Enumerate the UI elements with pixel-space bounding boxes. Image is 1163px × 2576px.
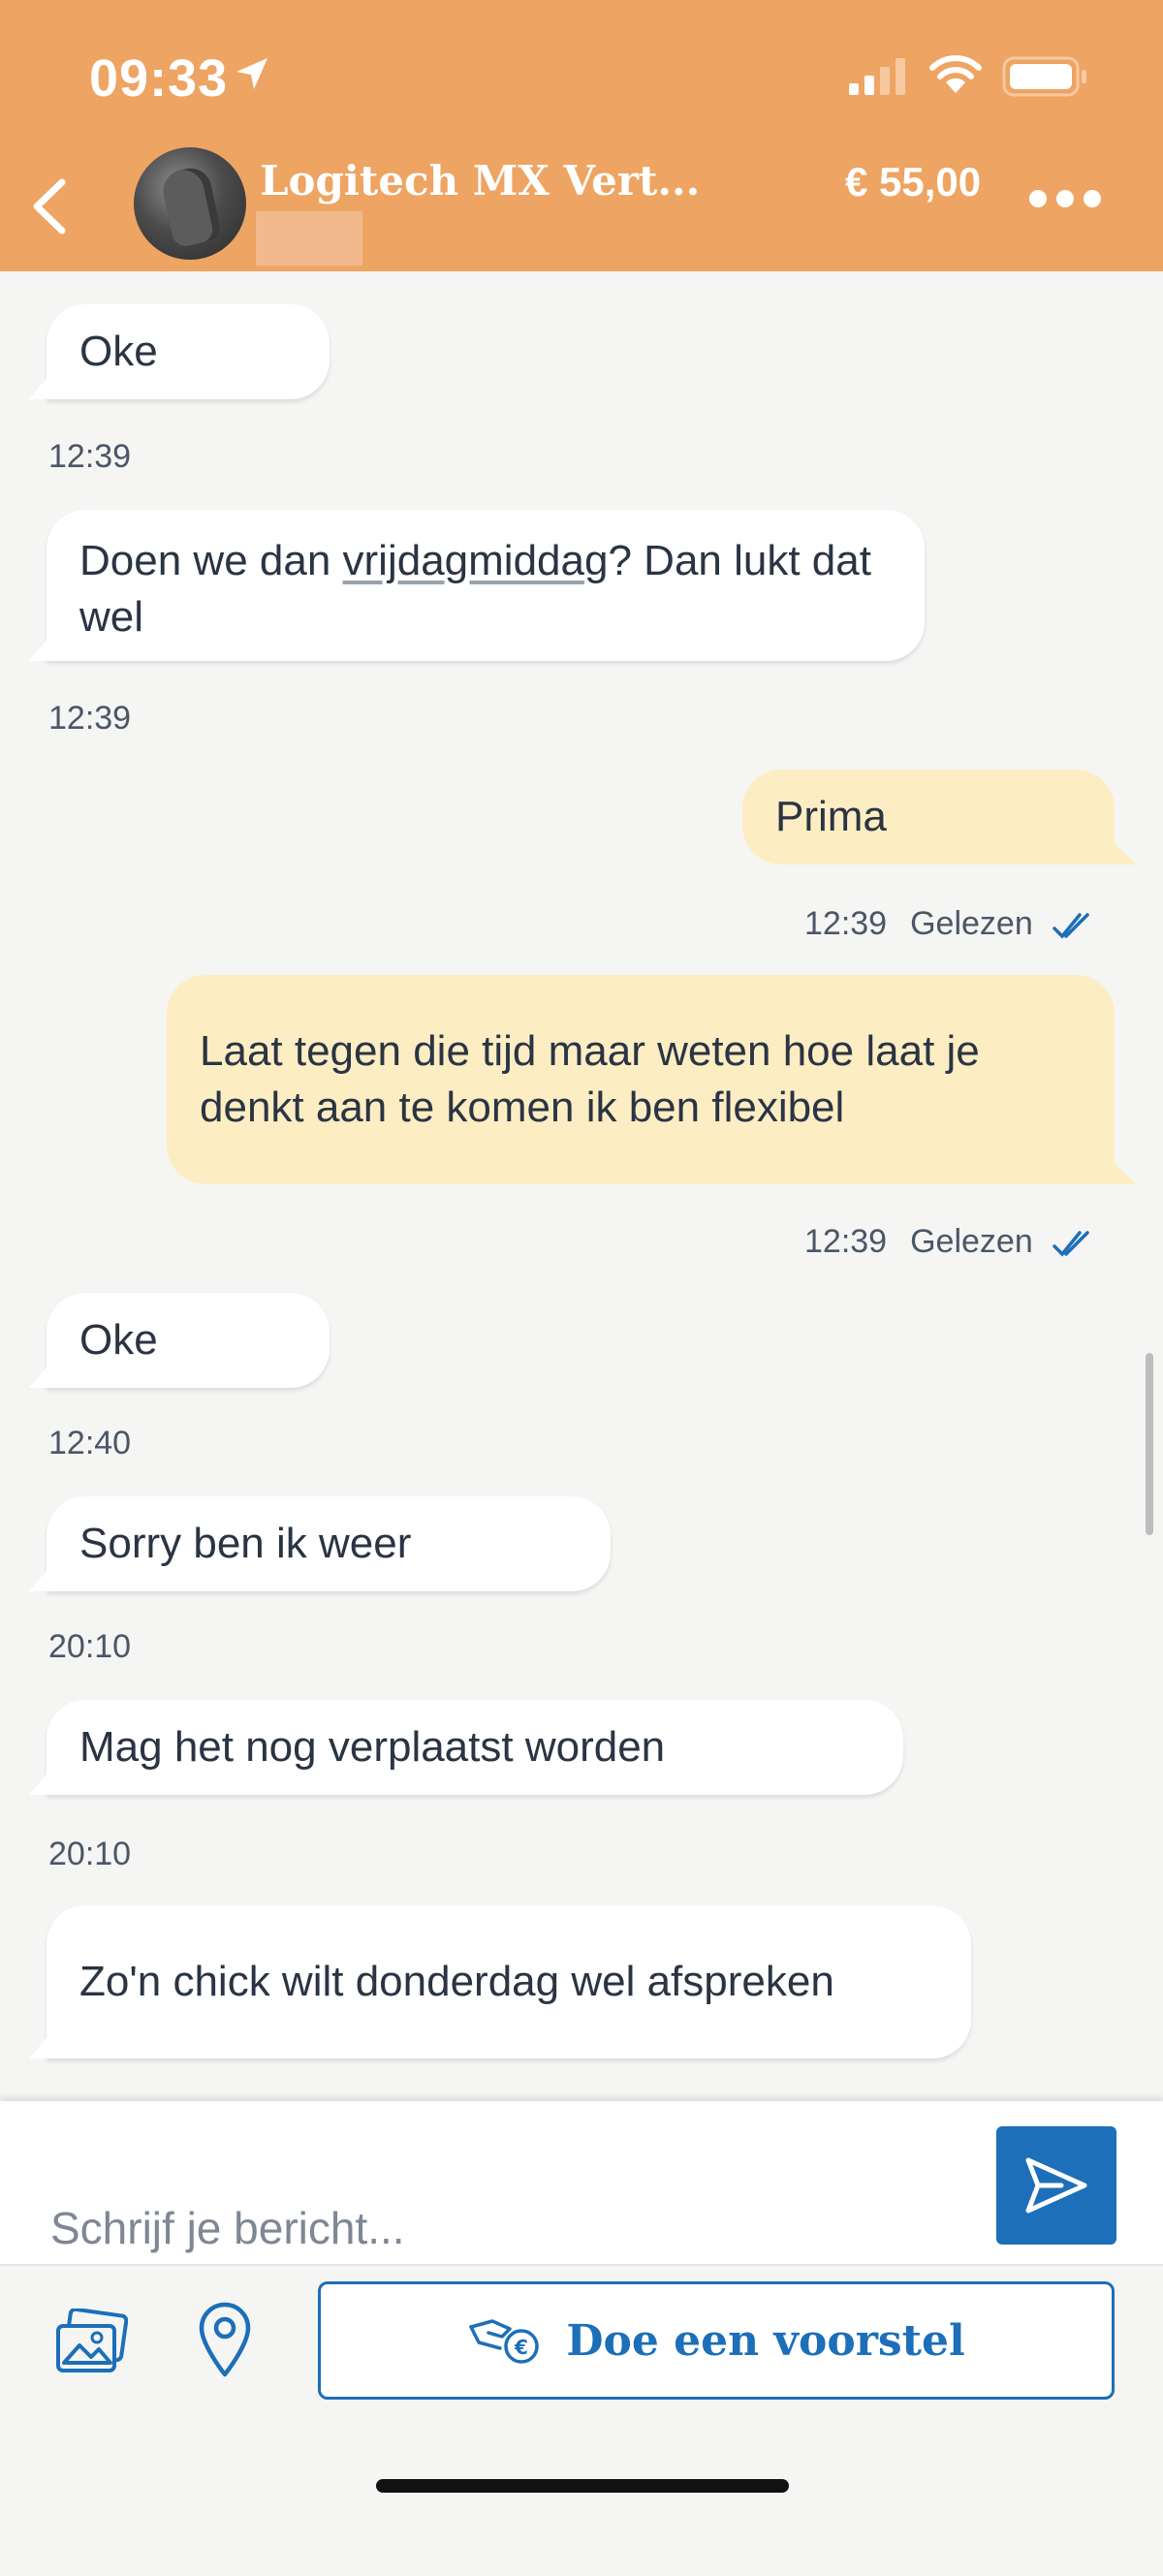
listing-price: € 55,00 <box>845 159 982 204</box>
avatar[interactable] <box>134 147 246 260</box>
message-time: 12:40 <box>48 1425 132 1461</box>
read-status: Gelezen <box>910 1223 1033 1260</box>
message-bubble: Oke <box>47 1293 330 1388</box>
message-bubble: Oke <box>47 304 330 399</box>
listing-title[interactable]: Logitech MX Vert... <box>260 157 700 204</box>
back-arrow-icon[interactable] <box>23 173 81 240</box>
read-status: Gelezen <box>910 905 1033 942</box>
message-bubble: Mag het nog verplaatst worden <box>47 1700 903 1795</box>
message-meta: 12:39 Gelezen <box>804 905 1095 943</box>
read-check-icon <box>1052 913 1089 939</box>
message-time: 12:39 <box>48 438 132 475</box>
send-button[interactable] <box>996 2126 1116 2245</box>
svg-text:€: € <box>514 2336 528 2359</box>
message-time: 20:10 <box>48 1836 132 1872</box>
blurred-username <box>256 211 362 266</box>
make-offer-button[interactable]: € Doe een voorstel <box>318 2281 1115 2400</box>
date-link[interactable]: vrijdagmiddag <box>343 537 609 584</box>
wifi-icon <box>929 55 982 93</box>
message-bubble: Doen we dan vrijdagmiddag? Dan lukt dat … <box>47 510 925 661</box>
message-time: 12:39 <box>804 1223 888 1260</box>
composer: € Doe een voorstel <box>0 2101 1163 2576</box>
location-pin-icon[interactable] <box>196 2301 254 2378</box>
message-bubble: Sorry ben ik weer <box>47 1496 611 1591</box>
read-check-icon <box>1052 1231 1089 1257</box>
message-time: 20:10 <box>48 1628 132 1665</box>
home-indicator <box>376 2479 789 2493</box>
offer-label: Doe een voorstel <box>566 2315 965 2366</box>
message-bubble: Zo'n chick wilt donderdag wel afspreken <box>47 1905 971 2058</box>
more-dots-icon[interactable] <box>1029 190 1111 219</box>
message-bubble: Laat tegen die tijd maar weten hoe laat … <box>167 975 1115 1184</box>
message-time: 12:39 <box>48 700 132 737</box>
status-time: 09:33 <box>89 49 229 108</box>
signal-icon <box>849 58 905 95</box>
chat-header: 09:33 Logitech MX Vert... € 55,00 <box>0 0 1163 271</box>
battery-icon <box>1002 56 1086 97</box>
message-time: 12:39 <box>804 905 888 942</box>
send-icon <box>1025 2157 1087 2214</box>
message-meta: 12:39 Gelezen <box>804 1223 1095 1261</box>
location-arrow-icon <box>236 58 267 89</box>
photo-icon[interactable] <box>54 2309 128 2376</box>
scrollbar[interactable] <box>1146 1353 1153 1535</box>
message-bubble: Prima <box>742 770 1115 864</box>
offer-hand-icon: € <box>469 2319 540 2364</box>
